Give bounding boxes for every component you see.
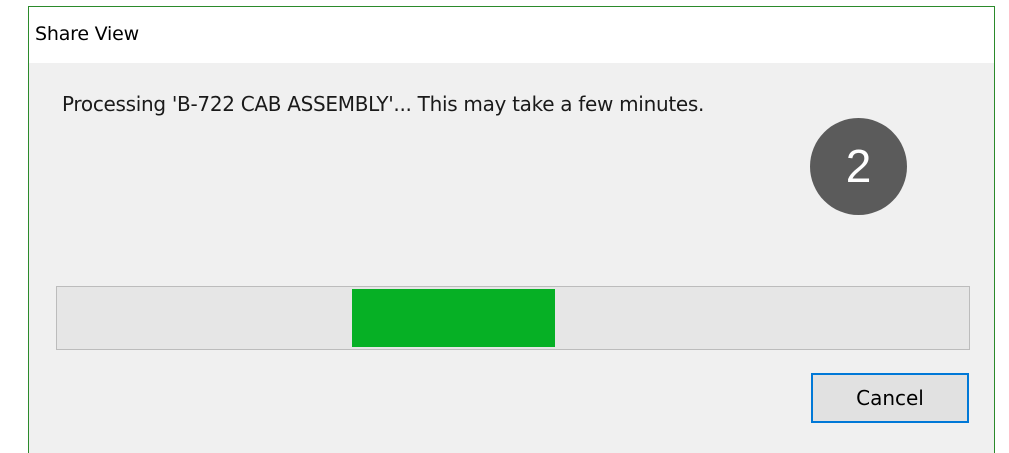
progress-marquee-chunk: [352, 289, 555, 347]
processing-message: Processing 'B-722 CAB ASSEMBLY'... This …: [62, 92, 705, 116]
title-bar[interactable]: Share View: [29, 7, 994, 63]
dialog-title: Share View: [35, 23, 139, 45]
step-number-badge: 2: [810, 118, 907, 215]
share-view-dialog: Share View Processing 'B-722 CAB ASSEMBL…: [28, 6, 995, 453]
progress-bar: [56, 286, 970, 350]
cancel-button-label: Cancel: [856, 386, 924, 410]
cancel-button[interactable]: Cancel: [811, 373, 969, 423]
